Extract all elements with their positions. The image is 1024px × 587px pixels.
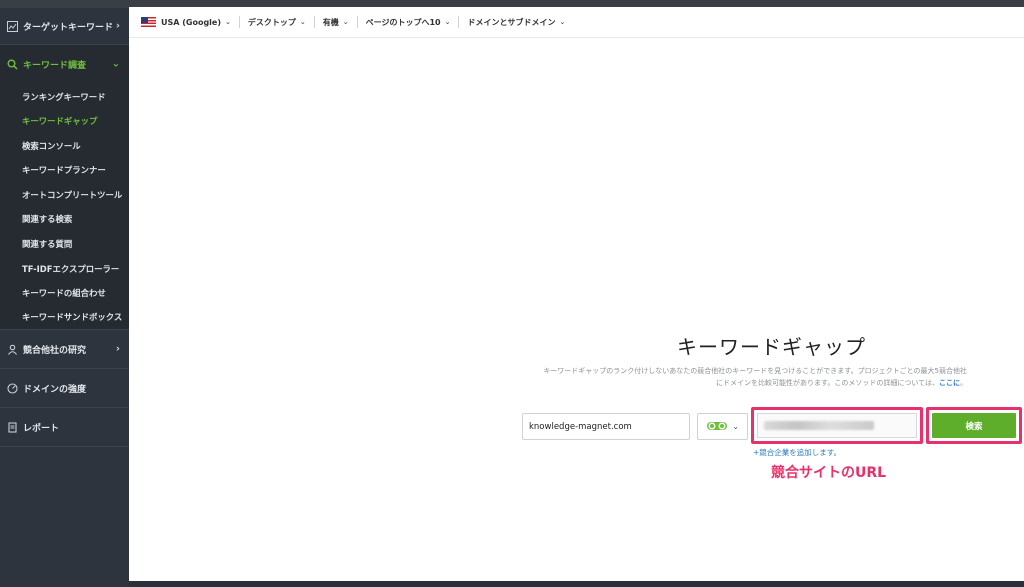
sidebar-section-label: ターゲットキーワード xyxy=(23,22,114,33)
sidebar-item-keyword-planner[interactable]: キーワードプランナー xyxy=(22,164,106,176)
page-title: キーワードギャップ xyxy=(677,335,866,359)
user-icon xyxy=(6,343,18,355)
search-icon xyxy=(6,58,18,70)
sidebar-item-ranking-keywords[interactable]: ランキングキーワード xyxy=(22,91,106,103)
sidebar-section-label: レポート xyxy=(23,423,60,434)
sidebar-section-label: キーワード調査 xyxy=(23,60,87,71)
divider xyxy=(0,407,129,408)
divider xyxy=(0,446,129,447)
page-description: キーワードギャップのランク付けしないあなたの競合他社のキーワードを見つけることが… xyxy=(537,365,967,389)
search-button[interactable]: 検索 xyxy=(932,413,1016,438)
sidebar-item-keyword-sandbox[interactable]: キーワードサンドボックス xyxy=(22,311,122,323)
description-end: 。 xyxy=(960,379,967,387)
sidebar-section-label: ドメインの強度 xyxy=(23,384,87,395)
sidebar-section-domain-strength[interactable]: ドメインの強度 xyxy=(0,373,129,403)
sidebar-section-keyword-research[interactable]: キーワード調査 ⌄ xyxy=(0,45,129,83)
blurred-url xyxy=(764,421,874,430)
sidebar-item-keyword-combinations[interactable]: キーワードの組合わせ xyxy=(22,287,106,299)
divider xyxy=(238,16,240,28)
bottom-strip xyxy=(129,581,1024,587)
chart-icon xyxy=(6,20,18,32)
type-dropdown[interactable]: 有機 ⌄ xyxy=(323,17,349,28)
divider xyxy=(356,16,358,28)
device-label: デスクトップ xyxy=(247,17,296,27)
competitor-input-highlight xyxy=(751,407,923,444)
main-content: USA (Google) ⌄ デスクトップ ⌄ 有機 ⌄ ページのトップへ10 … xyxy=(129,0,1024,581)
chevron-right-icon: › xyxy=(115,20,120,32)
document-icon xyxy=(6,421,18,433)
location-label: USA (Google) xyxy=(161,17,221,27)
top-results-dropdown[interactable]: ページのトップへ10 ⌄ xyxy=(366,17,451,28)
keyword-research-submenu: ランキングキーワード キーワードギャップ 検索コンソール キーワードプランナー … xyxy=(0,83,129,329)
description-text: キーワードギャップのランク付けしないあなたの競合他社のキーワードを見つけることが… xyxy=(543,367,967,387)
domain-mode-select[interactable]: ⌄ xyxy=(697,413,748,440)
sidebar-top-strip xyxy=(0,0,129,8)
us-flag-icon xyxy=(141,17,156,27)
sidebar-item-related-searches[interactable]: 関連する検索 xyxy=(22,213,72,225)
chevron-down-icon: ⌄ xyxy=(111,58,120,70)
type-label: 有機 xyxy=(322,17,339,27)
annotation-label: 競合サイトのURL xyxy=(771,465,887,481)
sidebar-section-label: 競合他社の研究 xyxy=(23,345,87,356)
divider xyxy=(0,329,129,330)
sidebar-section-target-keywords[interactable]: ターゲットキーワード › xyxy=(0,8,129,44)
domain-mode-icon xyxy=(706,417,728,436)
sidebar-section-competitor-research[interactable]: 競合他社の研究 › xyxy=(0,334,129,364)
app-window: ターゲットキーワード › キーワード調査 ⌄ ランキングキーワード キーワードギ… xyxy=(0,0,1024,587)
sidebar: ターゲットキーワード › キーワード調査 ⌄ ランキングキーワード キーワードギ… xyxy=(0,0,129,587)
divider xyxy=(0,368,129,369)
competitor-url-input[interactable] xyxy=(757,413,917,438)
chevron-down-icon: ⌄ xyxy=(299,18,306,26)
chevron-down-icon: ⌄ xyxy=(732,422,739,431)
chevron-down-icon: ⌄ xyxy=(444,18,451,26)
sidebar-item-search-console[interactable]: 検索コンソール xyxy=(22,140,81,152)
search-button-highlight: 検索 xyxy=(926,407,1022,444)
domain-input[interactable]: knowledge-magnet.com xyxy=(522,413,690,440)
top-results-label: ページのトップへ10 xyxy=(365,17,441,27)
scope-label: ドメインとサブドメイン xyxy=(467,17,556,27)
device-dropdown[interactable]: デスクトップ ⌄ xyxy=(248,17,306,28)
sidebar-item-tfidf-explorer[interactable]: TF-IDFエクスプローラー xyxy=(22,263,119,275)
location-dropdown[interactable]: USA (Google) ⌄ xyxy=(141,17,231,27)
scope-dropdown[interactable]: ドメインとサブドメイン ⌄ xyxy=(467,17,565,28)
add-competitor-link[interactable]: +競合企業を追加します。 xyxy=(753,447,841,458)
chevron-right-icon: › xyxy=(115,343,120,355)
sidebar-item-related-questions[interactable]: 関連する質問 xyxy=(22,238,72,250)
divider xyxy=(313,16,315,28)
filter-toolbar: USA (Google) ⌄ デスクトップ ⌄ 有機 ⌄ ページのトップへ10 … xyxy=(129,7,1024,38)
sidebar-section-report[interactable]: レポート xyxy=(0,412,129,442)
sidebar-item-keyword-gap[interactable]: キーワードギャップ xyxy=(22,115,97,127)
chevron-down-icon: ⌄ xyxy=(225,18,231,26)
divider xyxy=(458,16,460,28)
chevron-down-icon: ⌄ xyxy=(342,18,349,26)
gauge-icon xyxy=(6,382,18,394)
sidebar-item-autocomplete-tool[interactable]: オートコンプリートツール xyxy=(22,189,122,201)
chevron-down-icon: ⌄ xyxy=(559,18,566,26)
details-link[interactable]: ここに xyxy=(939,379,960,387)
